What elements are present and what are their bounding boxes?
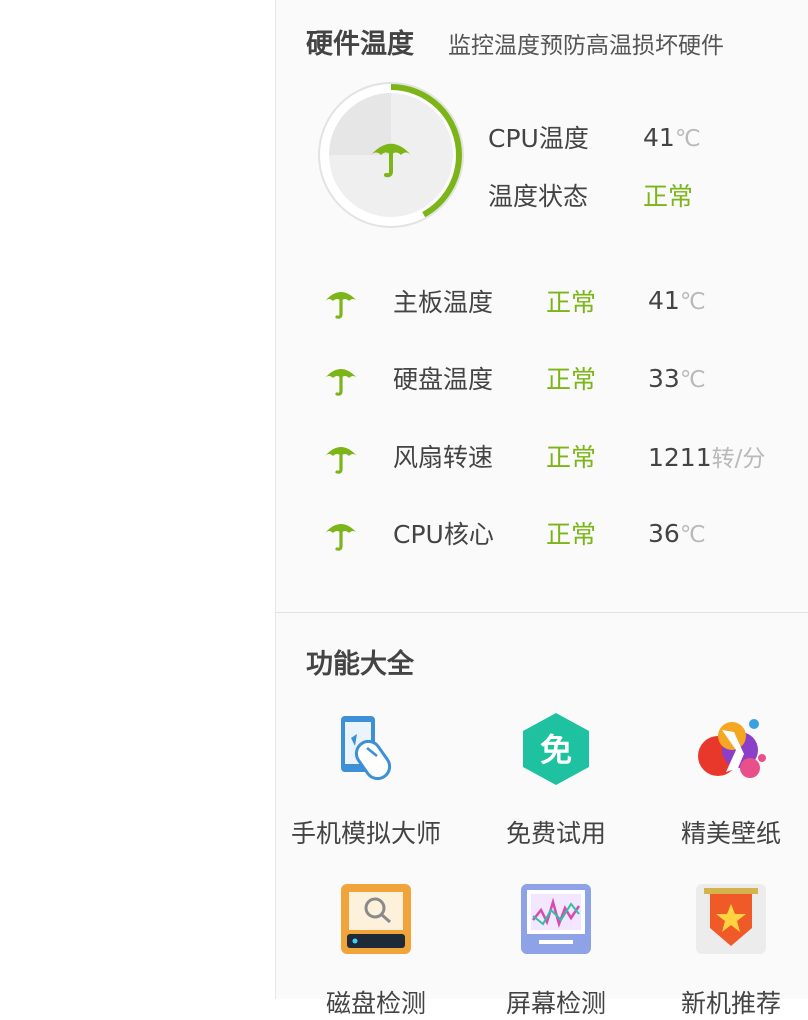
cpu-temp-row: CPU温度 41℃ xyxy=(488,108,701,166)
umbrella-icon xyxy=(325,369,357,397)
sensor-unit: ℃ xyxy=(679,521,706,548)
svg-text:免: 免 xyxy=(540,731,572,769)
sensor-value: 36℃ xyxy=(648,518,706,548)
sensor-status: 正常 xyxy=(546,442,597,472)
section-divider xyxy=(276,612,808,613)
temp-status-value: 正常 xyxy=(643,182,694,211)
temp-status-row: 温度状态 正常 xyxy=(488,166,701,224)
sensor-value: 41℃ xyxy=(648,286,706,316)
feature-disk-check[interactable]: 磁盘检测 xyxy=(286,880,466,1020)
feature-free-trial[interactable]: 免 免费试用 xyxy=(466,710,646,850)
sensor-list: 主板温度 正常 41℃ 硬盘温度 正常 33℃ 风扇转速 正常 1211转/分 CPU核心 正常 36… xyxy=(321,262,765,572)
disk-check-icon xyxy=(341,884,411,954)
star-badge-icon xyxy=(696,884,766,954)
umbrella-icon xyxy=(325,291,357,319)
temp-status-label: 温度状态 xyxy=(488,182,589,211)
feature-label: 新机推荐 xyxy=(680,989,781,1018)
sensor-unit: ℃ xyxy=(679,289,706,316)
left-blank-area xyxy=(0,0,275,999)
sensor-name: 主板温度 xyxy=(393,287,494,317)
wallpaper-icon xyxy=(698,719,766,778)
free-hexagon-icon: 免 xyxy=(523,713,589,785)
sensor-row: CPU核心 正常 36℃ xyxy=(321,495,765,573)
sensor-name: 硬盘温度 xyxy=(393,365,494,395)
sensor-value: 1211转/分 xyxy=(648,442,766,472)
feature-label: 手机模拟大师 xyxy=(290,819,441,848)
feature-phone-simulator[interactable]: 手机模拟大师 xyxy=(276,710,456,850)
right-panel: 硬件温度 监控温度预防高温损坏硬件 CPU温度 41℃ 温度状态 正常 主板温度… xyxy=(275,0,808,1018)
phone-mouse-icon xyxy=(341,716,392,781)
hardware-temp-header: 硬件温度 监控温度预防高温损坏硬件 xyxy=(306,22,724,61)
hardware-temp-title: 硬件温度 xyxy=(306,29,414,60)
sensor-unit: 转/分 xyxy=(711,445,766,472)
screen-check-icon xyxy=(521,884,591,954)
cpu-temp-value: 41℃ xyxy=(643,122,701,152)
features-title: 功能大全 xyxy=(306,649,414,680)
feature-label: 屏幕检测 xyxy=(505,989,606,1018)
sensor-unit: ℃ xyxy=(679,366,706,393)
features-header: 功能大全 xyxy=(306,642,414,681)
feature-label: 精美壁纸 xyxy=(680,819,781,848)
umbrella-icon xyxy=(371,143,411,178)
temp-unit: ℃ xyxy=(674,125,701,152)
umbrella-icon xyxy=(325,524,357,552)
umbrella-icon xyxy=(325,446,357,474)
sensor-value: 33℃ xyxy=(648,363,706,393)
hardware-temp-subtitle: 监控温度预防高温损坏硬件 xyxy=(448,33,724,59)
sensor-row: 主板温度 正常 41℃ xyxy=(321,262,765,340)
feature-screen-check[interactable]: 屏幕检测 xyxy=(466,880,646,1020)
cpu-temp-label: CPU温度 xyxy=(488,124,589,153)
feature-wallpaper[interactable]: 精美壁纸 xyxy=(641,710,808,850)
sensor-row: 风扇转速 正常 1211转/分 xyxy=(321,417,765,495)
sensor-status: 正常 xyxy=(546,520,597,550)
sensor-status: 正常 xyxy=(546,365,597,395)
sensor-status: 正常 xyxy=(546,287,597,317)
cpu-temp-gauge xyxy=(316,80,466,230)
sensor-name: 风扇转速 xyxy=(393,442,494,472)
sensor-row: 硬盘温度 正常 33℃ xyxy=(321,340,765,418)
feature-label: 磁盘检测 xyxy=(325,989,426,1018)
feature-new-device[interactable]: 新机推荐 xyxy=(641,880,808,1020)
cpu-info: CPU温度 41℃ 温度状态 正常 xyxy=(488,108,701,224)
feature-label: 免费试用 xyxy=(505,819,606,848)
sensor-name: CPU核心 xyxy=(393,520,494,550)
